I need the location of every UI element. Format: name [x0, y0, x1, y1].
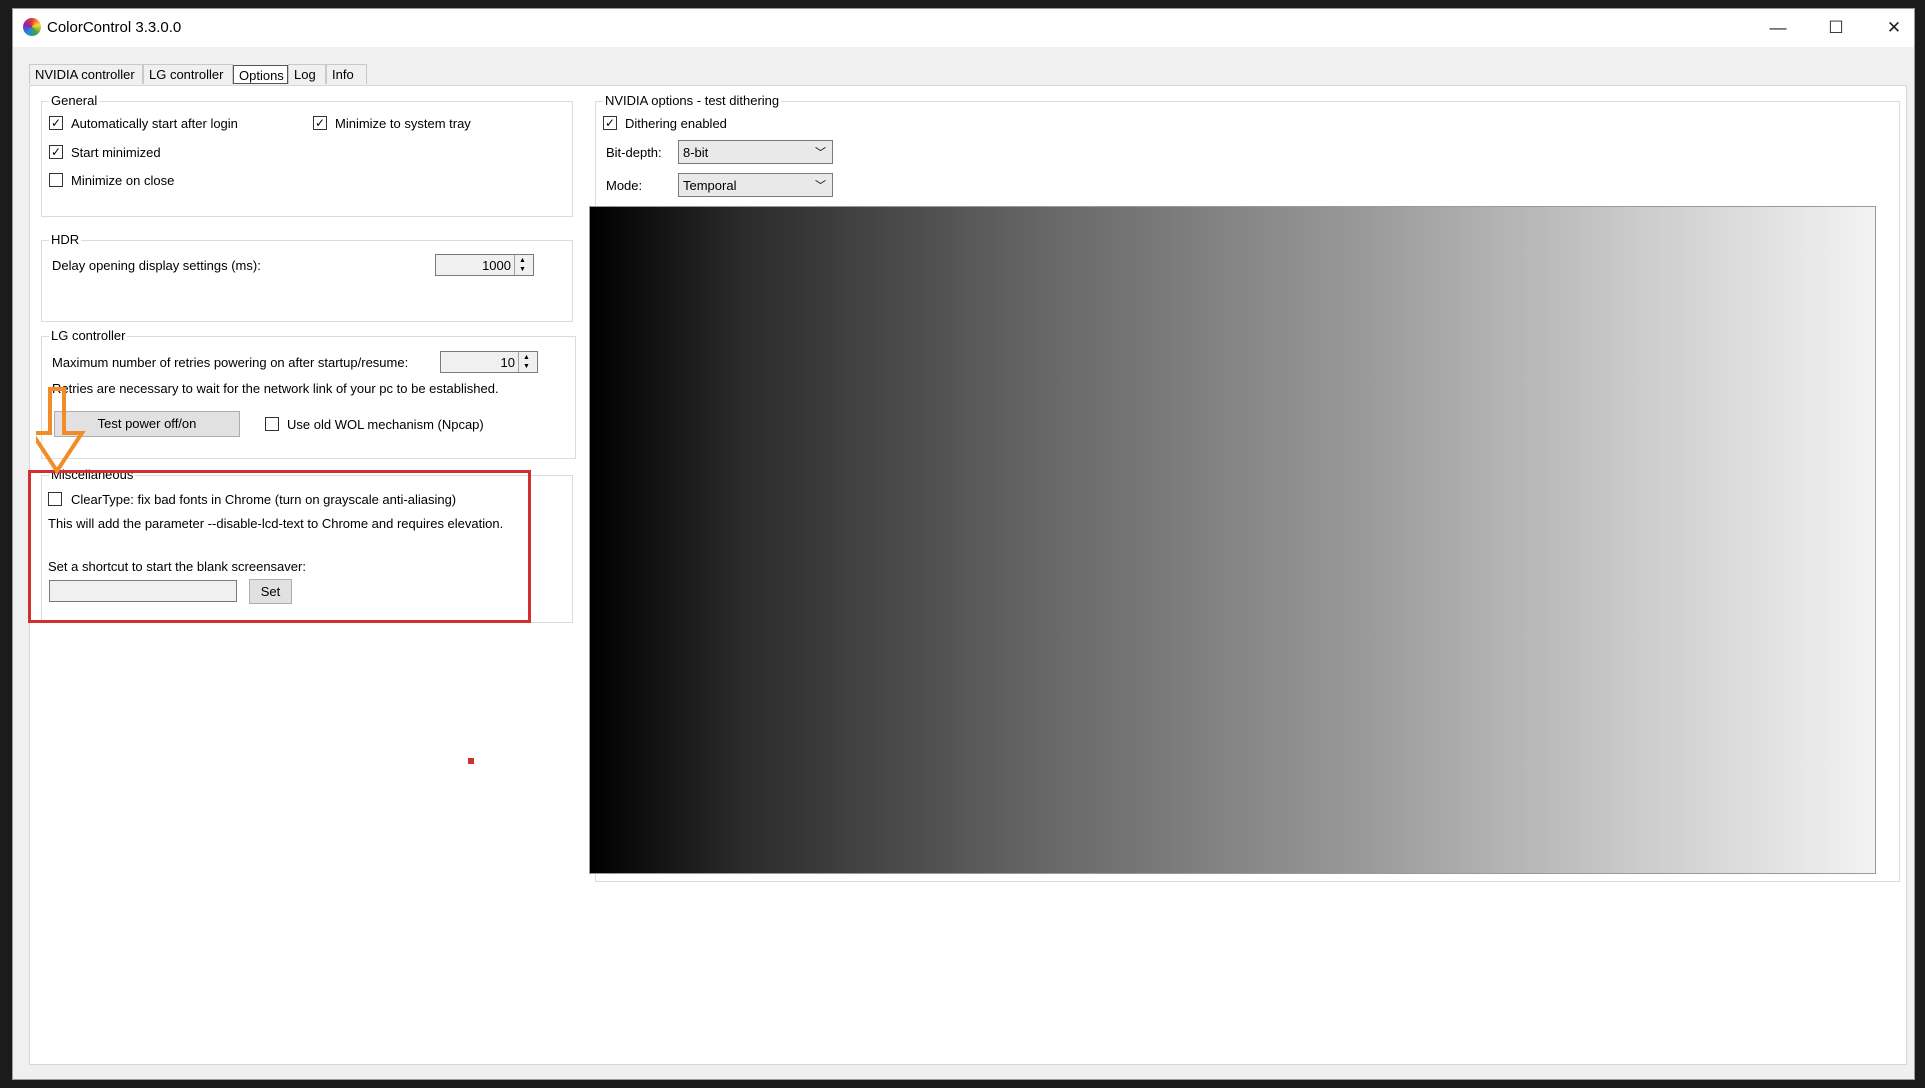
close-icon: ✕ — [1886, 18, 1902, 37]
close-button[interactable]: ✕ — [1865, 9, 1923, 47]
hdr-delay-value: 1000 — [482, 258, 511, 273]
tab-log[interactable]: Log — [288, 64, 326, 84]
hdr-group-title: HDR — [49, 232, 82, 247]
general-group: General ✓ Automatically start after logi… — [41, 93, 573, 217]
maximize-button[interactable]: ☐ — [1807, 9, 1865, 47]
window-title: ColorControl 3.3.0.0 — [47, 19, 182, 36]
maximize-icon: ☐ — [1828, 18, 1844, 37]
tab-nvidia-controller[interactable]: NVIDIA controller — [29, 64, 143, 84]
tab-info[interactable]: Info — [326, 64, 367, 84]
dithering-checkbox[interactable]: ✓ — [603, 116, 617, 130]
hdr-group: HDR Delay opening display settings (ms):… — [41, 232, 573, 322]
hdr-delay-spinner[interactable]: 1000 ▲ ▼ — [435, 254, 534, 276]
old-wol-label: Use old WOL mechanism (Npcap) — [287, 417, 484, 432]
title-bar: ColorControl 3.3.0.0 — ☐ ✕ — [13, 9, 1914, 47]
tab-lg-controller[interactable]: LG controller — [143, 64, 233, 84]
spinner-arrows[interactable]: ▲ ▼ — [518, 352, 537, 372]
old-wol-checkbox[interactable] — [265, 417, 279, 431]
auto-start-checkbox[interactable]: ✓ — [49, 116, 63, 130]
arrow-down-icon[interactable]: ▼ — [519, 266, 526, 273]
arrow-down-icon[interactable]: ▼ — [523, 363, 530, 370]
general-group-title: General — [49, 93, 100, 108]
minimize-close-label: Minimize on close — [71, 173, 175, 188]
minimize-close-checkbox[interactable] — [49, 173, 63, 187]
lg-retries-label: Maximum number of retries powering on af… — [52, 355, 409, 370]
mode-value: Temporal — [683, 178, 737, 193]
chevron-down-icon: ﹀ — [815, 147, 826, 159]
auto-start-label: Automatically start after login — [71, 116, 238, 131]
lg-retries-note: Retries are necessary to wait for the ne… — [52, 381, 499, 396]
bitdepth-label: Bit-depth: — [606, 145, 662, 160]
tab-options[interactable]: Options — [233, 65, 288, 84]
mode-label: Mode: — [606, 178, 643, 193]
bitdepth-select[interactable]: 8-bit ﹀ — [678, 140, 833, 164]
dithering-test-gradient — [589, 206, 1876, 874]
annotation-arrow-icon — [36, 387, 86, 475]
arrow-up-icon[interactable]: ▲ — [519, 257, 526, 264]
lg-controller-group: LG controller Maximum number of retries … — [41, 328, 576, 459]
colorcontrol-app-icon — [23, 18, 41, 36]
arrow-up-icon[interactable]: ▲ — [523, 354, 530, 361]
start-minimized-label: Start minimized — [71, 145, 161, 160]
spinner-arrows[interactable]: ▲ ▼ — [514, 255, 533, 275]
minimize-tray-checkbox[interactable]: ✓ — [313, 116, 327, 130]
minimize-tray-label: Minimize to system tray — [335, 116, 471, 131]
lg-group-title: LG controller — [49, 328, 128, 343]
dithering-label: Dithering enabled — [625, 116, 727, 131]
lg-retries-spinner[interactable]: 10 ▲ ▼ — [440, 351, 538, 373]
start-minimized-checkbox[interactable]: ✓ — [49, 145, 63, 159]
hdr-delay-label: Delay opening display settings (ms): — [52, 258, 261, 273]
bitdepth-value: 8-bit — [683, 145, 709, 160]
lg-retries-value: 10 — [500, 355, 515, 370]
minimize-icon: — — [1769, 18, 1787, 37]
mode-select[interactable]: Temporal ﹀ — [678, 173, 833, 197]
chevron-down-icon: ﹀ — [815, 180, 826, 192]
annotation-dot — [468, 758, 474, 764]
nvidia-group-title: NVIDIA options - test dithering — [603, 93, 782, 108]
minimize-button[interactable]: — — [1749, 9, 1807, 47]
annotation-highlight-box — [28, 470, 531, 623]
